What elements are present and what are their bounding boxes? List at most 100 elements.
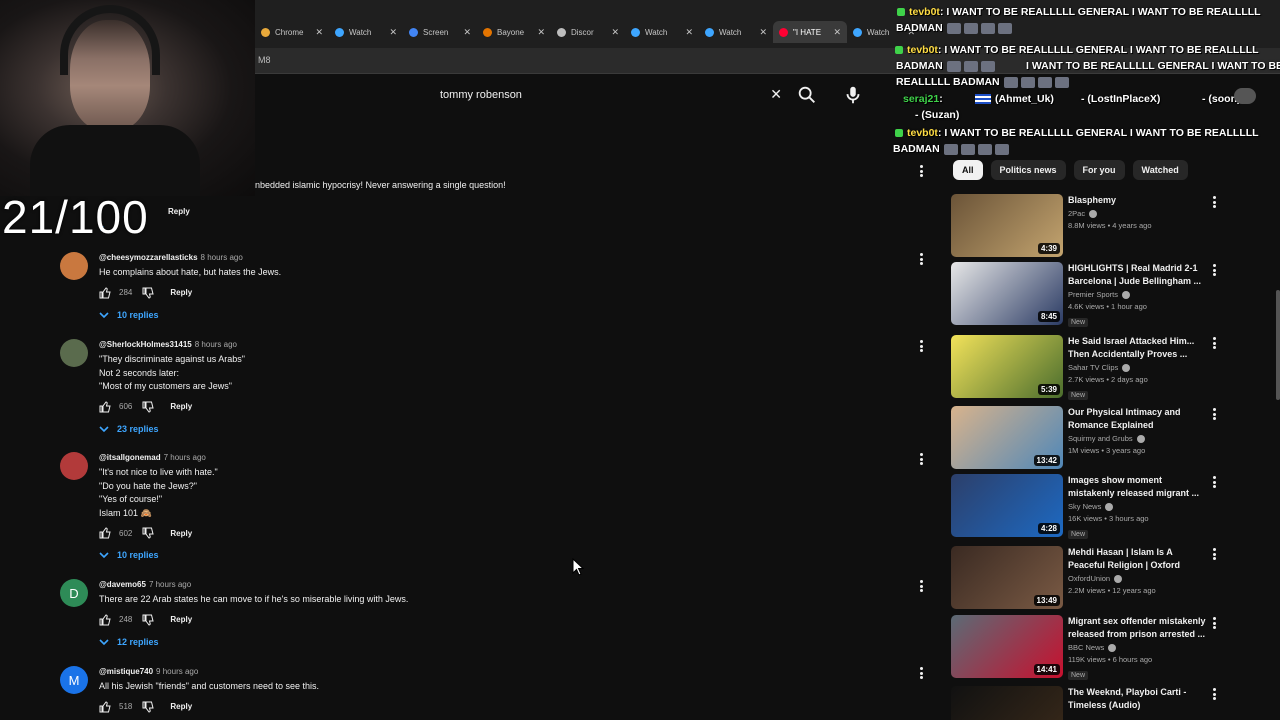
filter-chip[interactable]: All — [953, 160, 983, 180]
tab-close-icon[interactable]: ✕ — [685, 27, 693, 38]
channel-name[interactable]: BBC News — [1068, 643, 1208, 652]
kebab-menu-icon[interactable] — [1209, 263, 1219, 277]
channel-name[interactable]: OxfordUnion — [1068, 574, 1208, 583]
comment-author[interactable]: @itsallgonemad — [99, 453, 161, 462]
comment-author[interactable]: @SherlockHolmes31415 — [99, 340, 192, 349]
channel-name[interactable]: Sky News — [1068, 502, 1208, 511]
search-icon[interactable] — [796, 84, 818, 106]
chat-dock-toggle[interactable] — [1234, 88, 1256, 104]
tab-close-icon[interactable]: ✕ — [537, 27, 545, 38]
avatar[interactable]: M — [60, 666, 88, 694]
browser-tab[interactable]: Watch ✕ — [699, 21, 773, 43]
browser-tab[interactable]: Screen ✕ — [403, 21, 477, 43]
video-title[interactable]: The Weeknd, Playboi Carti - Timeless (Au… — [1068, 686, 1208, 712]
show-replies-button[interactable]: 12 replies — [99, 637, 879, 647]
thumbs-down-icon[interactable] — [142, 701, 154, 713]
comment-author[interactable]: @davemo65 — [99, 580, 146, 589]
thumbs-down-icon[interactable] — [142, 401, 154, 413]
filter-chip[interactable]: Watched — [1132, 160, 1188, 180]
video-title[interactable]: Migrant sex offender mistakenly released… — [1068, 615, 1208, 641]
video-title[interactable]: He Said Israel Attacked Him... Then Acci… — [1068, 335, 1208, 361]
reply-button[interactable]: Reply — [170, 288, 192, 297]
video-thumbnail[interactable] — [951, 686, 1063, 720]
comment-timestamp[interactable]: 8 hours ago — [201, 253, 243, 262]
video-thumbnail[interactable]: 13:49 — [951, 546, 1063, 609]
search-input[interactable]: tommy robenson — [440, 89, 522, 101]
video-thumbnail[interactable]: 13:42 — [951, 406, 1063, 469]
chat-username[interactable]: tevb0t — [907, 44, 938, 56]
tab-close-icon[interactable]: ✕ — [611, 27, 619, 38]
clear-search-icon[interactable]: ✕ — [770, 86, 782, 103]
video-item[interactable]: 13:49 Mehdi Hasan | Islam Is A Peaceful R… — [951, 546, 1231, 610]
video-menu-icon[interactable] — [1209, 616, 1219, 630]
tab-close-icon[interactable]: ✕ — [463, 27, 471, 38]
kebab-menu-icon[interactable] — [1209, 616, 1219, 630]
comment-menu-icon[interactable] — [916, 164, 926, 178]
kebab-menu-icon[interactable] — [1209, 687, 1219, 701]
video-menu-icon[interactable] — [1209, 407, 1219, 421]
page-scrollbar[interactable] — [1276, 290, 1280, 400]
comment-timestamp[interactable]: 8 hours ago — [195, 340, 237, 349]
reply-button[interactable]: Reply — [170, 702, 192, 711]
chat-username[interactable]: tevb0t — [907, 127, 938, 139]
kebab-menu-icon[interactable] — [1209, 195, 1219, 209]
microphone-icon[interactable] — [842, 84, 864, 106]
reply-button[interactable]: Reply — [170, 402, 192, 411]
thumbs-up-icon[interactable] — [99, 286, 111, 299]
kebab-menu-icon[interactable] — [916, 579, 926, 593]
channel-name[interactable]: 2Pac — [1068, 209, 1208, 218]
browser-tab[interactable]: Watch ✕ — [625, 21, 699, 43]
comment-menu-icon[interactable] — [916, 252, 926, 266]
comment-menu-icon[interactable] — [916, 579, 926, 593]
show-replies-button[interactable]: 10 replies — [99, 550, 879, 560]
video-title[interactable]: Blasphemy — [1068, 194, 1208, 207]
video-menu-icon[interactable] — [1209, 687, 1219, 701]
avatar[interactable]: D — [60, 579, 88, 607]
comment-menu-icon[interactable] — [916, 339, 926, 353]
video-title[interactable]: Our Physical Intimacy and Romance Explai… — [1068, 406, 1208, 432]
kebab-menu-icon[interactable] — [916, 666, 926, 680]
address-bar-fragment[interactable]: M8 — [258, 55, 271, 65]
video-item[interactable]: 14:41 Migrant sex offender mistakenly rel… — [951, 615, 1231, 680]
video-thumbnail[interactable]: 5:39 — [951, 335, 1063, 398]
tab-close-icon[interactable]: ✕ — [759, 27, 767, 38]
filter-chip[interactable]: For you — [1073, 160, 1125, 180]
reply-button[interactable]: Reply — [170, 529, 192, 538]
video-item[interactable]: 5:39 He Said Israel Attacked Him... Then … — [951, 335, 1231, 400]
video-menu-icon[interactable] — [1209, 475, 1219, 489]
tab-close-icon[interactable]: ✕ — [833, 27, 841, 38]
kebab-menu-icon[interactable] — [916, 452, 926, 466]
tab-close-icon[interactable]: ✕ — [315, 27, 323, 38]
video-thumbnail[interactable]: 4:39 — [951, 194, 1063, 257]
video-thumbnail[interactable]: 4:28 — [951, 474, 1063, 537]
thumbs-down-icon[interactable] — [142, 527, 154, 539]
video-menu-icon[interactable] — [1209, 263, 1219, 277]
video-item[interactable]: 8:45 HIGHLIGHTS | Real Madrid 2-1 Barcelo… — [951, 262, 1231, 327]
video-title[interactable]: HIGHLIGHTS | Real Madrid 2-1 Barcelona |… — [1068, 262, 1208, 288]
browser-tab[interactable]: "I HATE ✕ — [773, 21, 847, 43]
comment-menu-icon[interactable] — [916, 666, 926, 680]
video-thumbnail[interactable]: 8:45 — [951, 262, 1063, 325]
channel-name[interactable]: Sahar TV Clips — [1068, 363, 1208, 372]
thumbs-up-icon[interactable] — [99, 527, 111, 539]
reply-button[interactable]: Reply — [168, 201, 190, 219]
comment-menu-icon[interactable] — [916, 452, 926, 466]
show-replies-button[interactable]: 23 replies — [99, 424, 879, 434]
chat-username[interactable]: seraj21 — [903, 93, 939, 105]
comment-timestamp[interactable]: 7 hours ago — [149, 580, 191, 589]
thumbs-down-icon[interactable] — [142, 287, 154, 299]
comment-timestamp[interactable]: 9 hours ago — [156, 667, 198, 676]
channel-name[interactable]: Premier Sports — [1068, 290, 1208, 299]
thumbs-down-icon[interactable] — [142, 614, 154, 626]
video-title[interactable]: Mehdi Hasan | Islam Is A Peaceful Religi… — [1068, 546, 1208, 572]
kebab-menu-icon[interactable] — [1209, 407, 1219, 421]
comment-author[interactable]: @mistique740 — [99, 667, 153, 676]
browser-tab[interactable]: Chrome ✕ — [255, 21, 329, 43]
video-item[interactable]: The Weeknd, Playboi Carti - Timeless (Au… — [951, 686, 1231, 720]
search-box[interactable]: tommy robenson ✕ — [430, 84, 794, 106]
kebab-menu-icon[interactable] — [916, 252, 926, 266]
browser-tab[interactable]: Watch ✕ — [329, 21, 403, 43]
browser-tab[interactable]: Discor ✕ — [551, 21, 625, 43]
kebab-menu-icon[interactable] — [1209, 336, 1219, 350]
thumbs-up-icon[interactable] — [99, 613, 111, 626]
